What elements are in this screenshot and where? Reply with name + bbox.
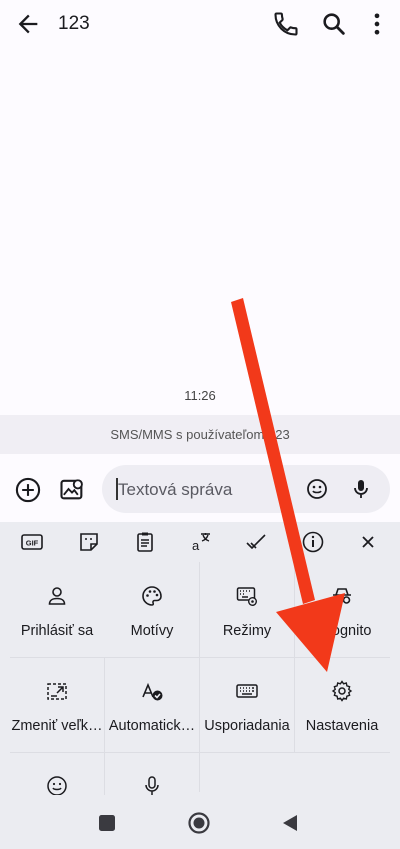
tile-label: Nastavenia — [305, 718, 379, 734]
mic-icon[interactable] — [349, 477, 373, 501]
circle-icon[interactable] — [187, 811, 211, 835]
phone-icon[interactable] — [272, 10, 300, 38]
more-vert-icon[interactable] — [363, 10, 391, 38]
sticker-icon[interactable] — [77, 530, 101, 554]
tile-label: Motívy — [130, 623, 174, 639]
add-circle-icon[interactable] — [14, 476, 42, 504]
tile-resize[interactable]: Zmeniť veľk… — [10, 657, 104, 752]
tile-settings[interactable]: Nastavenia — [295, 657, 389, 752]
translate-icon[interactable]: a — [189, 530, 213, 554]
grid-divider — [199, 752, 200, 792]
arrow-left-icon[interactable] — [14, 10, 42, 38]
emoji-icon[interactable] — [305, 477, 329, 501]
message-timestamp: 11:26 — [184, 388, 216, 403]
triangle-back-icon[interactable] — [280, 813, 300, 833]
keyboard-settings-icon — [236, 587, 257, 606]
square-icon[interactable] — [98, 814, 116, 832]
palette-icon — [142, 586, 162, 606]
compose-bar: Textová správa — [0, 456, 400, 522]
resize-icon — [47, 683, 67, 700]
tile-modes[interactable]: Režimy — [200, 562, 294, 657]
tile-layouts[interactable]: Usporiadania — [200, 657, 294, 752]
gear-icon — [331, 680, 353, 702]
svg-text:a: a — [192, 538, 200, 553]
person-icon — [48, 587, 66, 605]
tile-label: Inkognito — [312, 623, 372, 639]
app-bar: 123 — [0, 0, 400, 50]
sms-info-band: SMS/MMS s používateľom 123 — [0, 415, 400, 454]
tile-label: Zmeniť veľk… — [11, 718, 103, 734]
tile-label: Režimy — [222, 623, 272, 639]
tile-label: Usporiadania — [204, 718, 290, 734]
clipboard-icon[interactable] — [133, 530, 157, 554]
message-placeholder: Textová správa — [118, 480, 233, 499]
message-input[interactable]: Textová správa — [102, 465, 390, 513]
gallery-icon[interactable] — [58, 475, 86, 503]
tile-voice[interactable] — [105, 752, 199, 795]
search-icon[interactable] — [320, 10, 348, 38]
keyboard-icon — [236, 684, 258, 698]
tile-autocorrect[interactable]: Automatick… — [105, 657, 199, 752]
gif-text: GIF — [26, 539, 39, 548]
system-nav-bar — [0, 795, 400, 849]
incognito-icon — [333, 588, 351, 604]
conversation-title: 123 — [58, 13, 90, 34]
keyboard-toolbar: GIF a — [0, 522, 400, 562]
tile-incognito[interactable]: Inkognito — [295, 562, 389, 657]
tile-label: Automatick… — [108, 718, 196, 734]
info-icon[interactable] — [301, 530, 325, 554]
gif-icon[interactable]: GIF — [20, 530, 44, 554]
close-icon[interactable] — [356, 530, 380, 554]
tile-emoji[interactable] — [10, 752, 104, 796]
tile-label: Prihlásiť sa — [20, 623, 94, 639]
tile-themes[interactable]: Motívy — [105, 562, 199, 657]
autocorrect-icon — [142, 682, 163, 701]
spellcheck-icon[interactable] — [244, 530, 268, 554]
tile-sign-in[interactable]: Prihlásiť sa — [10, 562, 104, 657]
